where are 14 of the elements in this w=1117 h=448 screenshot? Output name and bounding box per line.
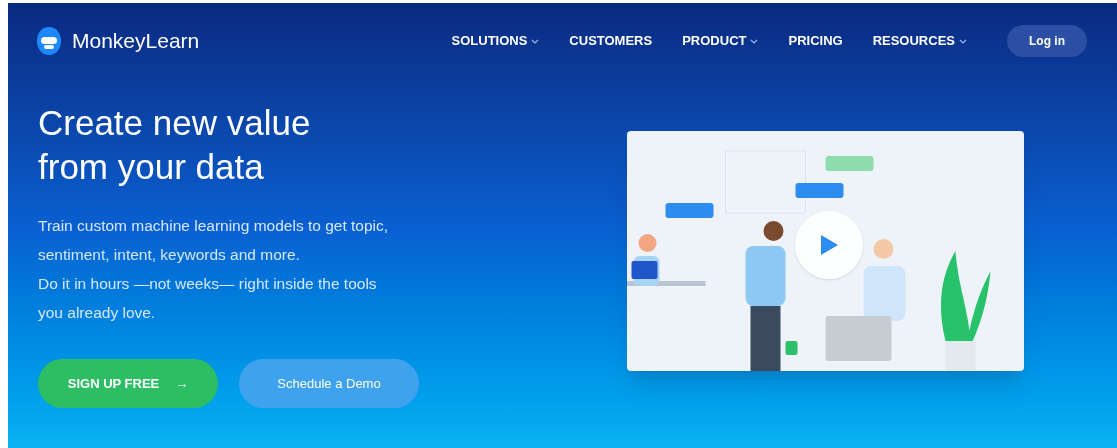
hero-title: Create new value from your data — [38, 102, 312, 188]
nav-link[interactable]: PRODUCT — [682, 31, 759, 51]
nav-link[interactable]: CUSTOMERS — [569, 31, 653, 51]
login-button[interactable]: Log in — [1007, 25, 1087, 57]
caret-icon — [750, 38, 759, 44]
caret-icon — [959, 38, 967, 44]
nav-link[interactable]: PRICING — [788, 31, 843, 51]
monkey-logo-icon — [34, 26, 64, 56]
caret-icon — [531, 38, 540, 44]
nav-link[interactable]: RESOURCES — [872, 31, 967, 51]
nav-link[interactable]: SOLUTIONS — [451, 31, 540, 51]
play-icon — [819, 234, 839, 256]
hero-description: Train custom machine learning models to get topic, sentiment, intent, keywords and more. Do it in hours —not weeks— right inside the tools you already love. — [38, 216, 390, 323]
brand-name[interactable]: MonkeyLearn — [72, 25, 200, 57]
